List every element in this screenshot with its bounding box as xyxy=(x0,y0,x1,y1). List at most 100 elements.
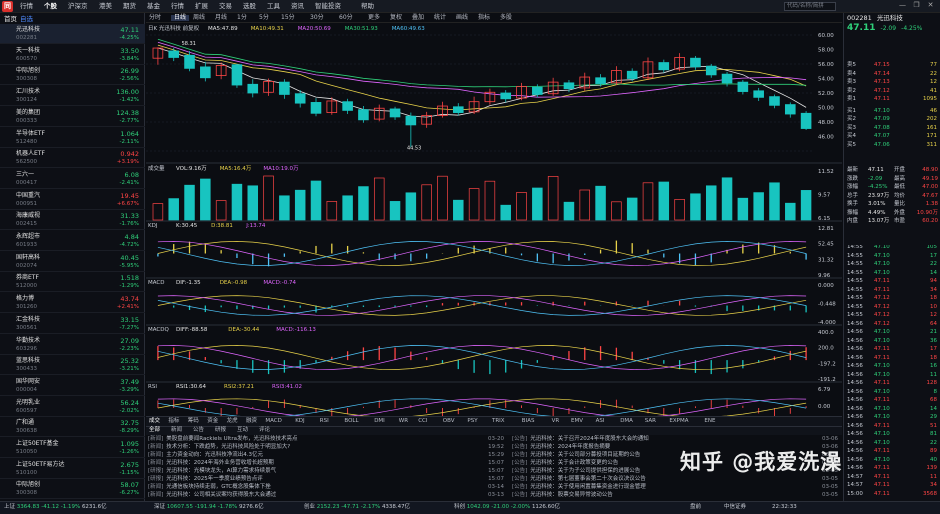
watchlist-row[interactable]: 上证50ETF易方达 510100 2.675 -1.15% xyxy=(0,459,145,479)
announcement-item[interactable]: [公告] 光迅科技：第七届董事会第二十次会议决议公告 03-05 xyxy=(512,476,840,483)
chart-tab-15[interactable]: 多股 xyxy=(500,15,512,21)
indicator-tab-11[interactable]: WR xyxy=(399,418,408,425)
watchlist-row[interactable]: 汇川技术 300124 136.00 -1.42% xyxy=(0,86,145,107)
watchlist-row[interactable]: 格力博 301260 43.74 +2.41% xyxy=(0,293,145,314)
bid-row[interactable]: 买1 47.10 46 xyxy=(844,108,940,117)
ask-row[interactable]: 卖1 47.11 1095 xyxy=(844,96,940,105)
candle[interactable] xyxy=(342,101,353,111)
watchlist-row[interactable]: 机器人ETF 562500 0.942 +3.19% xyxy=(0,148,145,169)
news-item[interactable]: [研报] 光迅科技：光模块龙头，AI算力需求持续景气 15:07 xyxy=(148,468,508,475)
watchlist-row[interactable]: 天一科技 600570 33.50 -3.84% xyxy=(0,45,145,65)
index-quote[interactable]: 深证 10607.55 -191.94 -1.78% 9276.6亿 xyxy=(154,504,264,511)
candle[interactable] xyxy=(769,96,780,106)
chart-tab-3[interactable]: 月线 xyxy=(215,15,227,21)
indicator-tab-21[interactable]: SAR xyxy=(645,418,656,425)
candle[interactable] xyxy=(800,112,812,129)
menu-item-0[interactable]: 行情 xyxy=(20,3,33,10)
watchlist-row[interactable]: 中国重汽 000951 19.45 +6.67% xyxy=(0,190,145,210)
indicator-tab-4[interactable]: 龙虎 xyxy=(227,418,238,425)
candle[interactable] xyxy=(247,83,259,94)
bid-row[interactable]: 买5 47.06 311 xyxy=(844,142,940,151)
news-item[interactable]: [研报] 光迅科技：2025年一季度业绩预告点评 15:07 xyxy=(148,476,508,483)
watchlist-tab-home[interactable]: 首页 xyxy=(4,16,17,23)
menu-item-1[interactable]: 个股 xyxy=(44,3,57,10)
chart-tab-8[interactable]: 60分 xyxy=(339,15,353,21)
indicator-tab-19[interactable]: ASI xyxy=(596,418,605,425)
candle[interactable] xyxy=(705,65,717,76)
indicator-tab-23[interactable]: ENE xyxy=(704,418,715,425)
menu-item-6[interactable]: 行情 xyxy=(171,3,184,10)
chart-tab-12[interactable]: 统计 xyxy=(434,15,446,21)
chart-tab-6[interactable]: 15分 xyxy=(281,15,295,21)
ask-row[interactable]: 卖4 47.14 22 xyxy=(844,71,940,80)
indicator-tab-16[interactable]: BIAS xyxy=(522,418,535,425)
watchlist-row[interactable]: 广和通 300638 32.75 -8.29% xyxy=(0,417,145,438)
watchlist-row[interactable]: 中际旭创 300308 26.99 -2.56% xyxy=(0,65,145,86)
chart-tab-5[interactable]: 5分 xyxy=(259,15,269,21)
indicator-tab-17[interactable]: VR xyxy=(552,418,560,425)
minimize-button[interactable]: — xyxy=(898,2,907,11)
candle[interactable] xyxy=(389,108,401,118)
index-quote[interactable]: 科创 1042.09 -21.00 -2.00% 1126.60亿 xyxy=(454,504,560,511)
indicator-tab-9[interactable]: BOLL xyxy=(344,418,358,425)
candle[interactable] xyxy=(184,54,195,69)
candle[interactable] xyxy=(721,73,733,84)
chart-tab-11[interactable]: 叠加 xyxy=(412,15,424,21)
candle[interactable] xyxy=(753,90,764,98)
watchlist-row[interactable]: 半导体ETF 512480 1.064 -2.11% xyxy=(0,128,145,148)
chart-tab-14[interactable]: 指标 xyxy=(478,15,490,21)
watchlist-row[interactable]: 国轩高科 002074 40.45 -5.95% xyxy=(0,252,145,272)
announcement-item[interactable]: [公告] 光迅科技：股票交易异常波动公告 03-05 xyxy=(512,492,840,499)
watchlist-row[interactable]: 汇金科技 300561 33.15 -7.27% xyxy=(0,314,145,334)
menu-item-7[interactable]: 扩展 xyxy=(195,3,208,10)
indicator-tab-5[interactable]: 融资 xyxy=(246,418,257,425)
menu-item-12[interactable]: 智能投资 xyxy=(315,3,341,10)
menu-item-14[interactable]: 帮助 xyxy=(361,3,374,10)
announcement-item[interactable]: [公告] 光迅科技：关于使用闲置募集资金进行现金管理 03-05 xyxy=(512,484,840,491)
watchlist-row[interactable]: 光明乳业 600597 56.24 -2.02% xyxy=(0,397,145,417)
watchlist-row[interactable]: 海康威视 002415 31.33 -1.76% xyxy=(0,210,145,231)
watchlist-row[interactable]: 蓝思科技 300433 25.32 -3.21% xyxy=(0,355,145,376)
menu-item-3[interactable]: 港美 xyxy=(99,3,112,10)
chart-tab-4[interactable]: 1分 xyxy=(237,15,247,21)
watchlist-row[interactable]: 国华网安 000004 37.49 -3.29% xyxy=(0,376,145,396)
watchlist-row[interactable]: 券商ETF 512000 1.518 -1.29% xyxy=(0,272,145,293)
candle[interactable] xyxy=(168,50,180,58)
candle[interactable] xyxy=(658,62,670,71)
menu-item-8[interactable]: 交易 xyxy=(219,3,232,10)
candle[interactable] xyxy=(595,77,606,84)
menu-item-5[interactable]: 基金 xyxy=(147,3,160,10)
indicator-tab-12[interactable]: CCI xyxy=(418,418,427,425)
indicator-tab-22[interactable]: EXPMA xyxy=(669,418,688,425)
chart-tab-2[interactable]: 周线 xyxy=(193,15,205,21)
news-tab-0[interactable]: 全部 xyxy=(149,427,160,434)
watchlist-row[interactable]: 三六一 000417 6.08 -2.41% xyxy=(0,169,145,189)
ask-row[interactable]: 卖5 47.15 77 xyxy=(844,62,940,71)
indicator-tab-8[interactable]: RSI xyxy=(320,418,329,425)
candle[interactable] xyxy=(690,57,701,68)
indicator-tab-13[interactable]: OBV xyxy=(443,418,455,425)
news-item[interactable]: [新闻] 光通信板块持续走弱，GTC概念股集体下挫 03-14 xyxy=(148,484,508,491)
index-quote[interactable]: 上证 3364.83 -41.12 -1.19% 6231.6亿 xyxy=(4,504,107,511)
indicator-tab-14[interactable]: PSY xyxy=(467,418,477,425)
news-item[interactable]: [新闻] 光迅科技：公司相关议案均获得股东大会通过 03-13 xyxy=(148,492,508,499)
maximize-button[interactable]: ❐ xyxy=(912,2,921,11)
candle[interactable] xyxy=(310,102,322,114)
candle[interactable] xyxy=(784,104,796,115)
news-tab-1[interactable]: 新闻 xyxy=(171,427,182,434)
indicator-tab-10[interactable]: DMI xyxy=(374,418,385,425)
menu-item-10[interactable]: 工具 xyxy=(267,3,280,10)
watchlist-row[interactable]: 美的集团 000333 124.38 -2.77% xyxy=(0,107,145,127)
index-quote[interactable]: 创业 2152.23 -47.71 -2.17% 4338.47亿 xyxy=(304,504,410,511)
chart-tab-0[interactable]: 分时 xyxy=(149,15,161,21)
chart-tab-1[interactable]: 日线 xyxy=(171,15,190,21)
menu-item-9[interactable]: 选股 xyxy=(243,3,256,10)
news-tab-3[interactable]: 研报 xyxy=(215,427,226,434)
candle[interactable] xyxy=(231,64,243,86)
candle[interactable] xyxy=(452,106,464,113)
chart-tab-10[interactable]: 复权 xyxy=(390,15,402,21)
news-tab-2[interactable]: 公告 xyxy=(193,427,204,434)
menu-item-4[interactable]: 期货 xyxy=(123,3,136,10)
indicator-tab-1[interactable]: 指标 xyxy=(168,418,179,425)
news-tab-5[interactable]: 评论 xyxy=(259,427,270,434)
